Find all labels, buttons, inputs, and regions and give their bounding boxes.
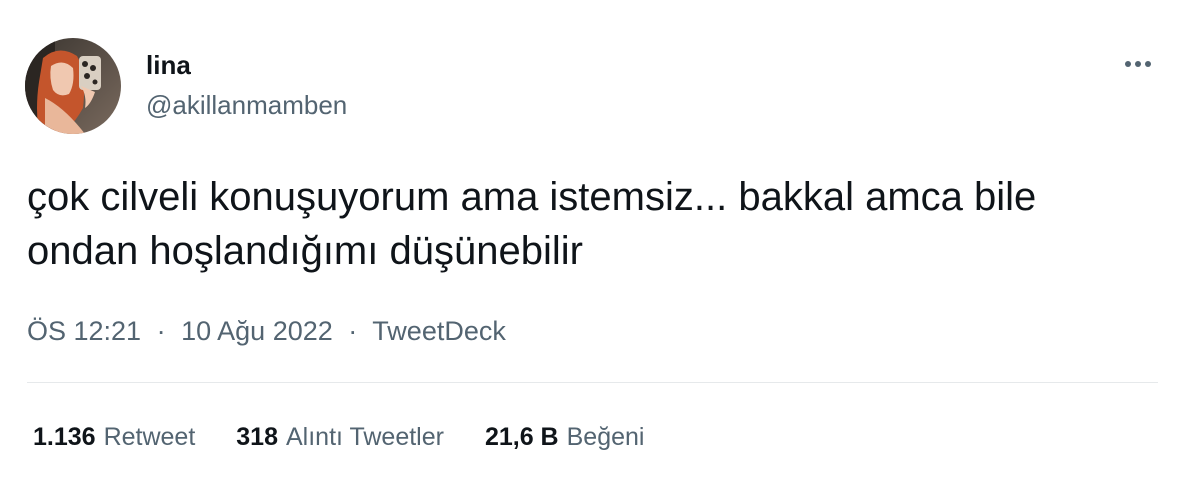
tweet-metadata: ÖS 12:21 · 10 Ağu 2022 · TweetDeck (27, 314, 506, 348)
tweet-card: lina @akillanmamben çok cilveli konuşuyo… (0, 0, 1188, 482)
likes-count: 21,6 B (484, 423, 559, 451)
divider (27, 382, 1158, 383)
retweets-count: 1.136 (33, 423, 96, 451)
separator: · (348, 316, 358, 346)
dot (1135, 61, 1141, 67)
user-handle[interactable]: @akillanmamben (146, 90, 347, 120)
tweet-source[interactable]: TweetDeck (372, 316, 506, 346)
separator: · (156, 316, 166, 346)
likes-label: Beğeni (566, 423, 645, 451)
dot (1145, 61, 1151, 67)
likes-stat[interactable]: 21,6 B Beğeni (485, 420, 645, 454)
retweets-label: Retweet (103, 423, 196, 451)
retweets-stat[interactable]: 1.136 Retweet (33, 420, 195, 454)
tweet-text: çok cilveli konuşuyorum ama istemsiz... … (27, 175, 1037, 273)
quotes-stat[interactable]: 318 Alıntı Tweetler (236, 420, 444, 454)
display-name[interactable]: lina (146, 50, 191, 80)
tweet-date[interactable]: 10 Ağu 2022 (181, 316, 333, 346)
dot (1125, 61, 1131, 67)
tweet-time[interactable]: ÖS 12:21 (27, 316, 141, 346)
quotes-count: 318 (236, 423, 278, 451)
more-options-icon[interactable] (1118, 52, 1158, 76)
quotes-label: Alıntı Tweetler (286, 423, 444, 451)
avatar[interactable] (25, 38, 121, 134)
tweet-stats: 1.136 Retweet 318 Alıntı Tweetler 21,6 B… (33, 420, 685, 454)
